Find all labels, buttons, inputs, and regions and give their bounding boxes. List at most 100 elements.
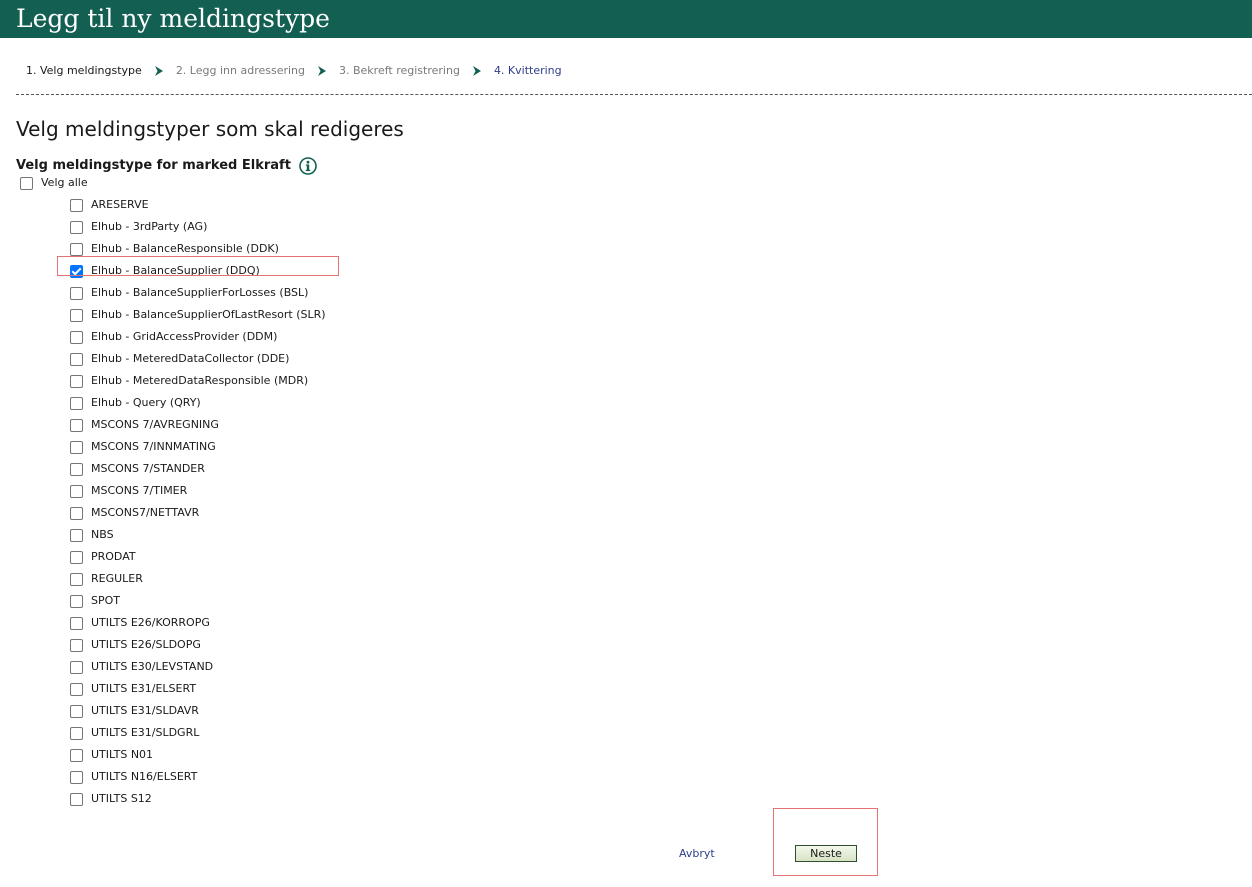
message-type-checkbox[interactable]	[70, 770, 83, 784]
message-type-option[interactable]: MSCONS 7/AVREGNING	[70, 414, 470, 436]
message-type-option[interactable]: UTILTS E26/KORROPG	[70, 612, 470, 634]
message-type-option[interactable]: UTILTS S12	[70, 788, 470, 810]
message-type-option[interactable]: NBS	[70, 524, 470, 546]
message-type-option[interactable]: Elhub - GridAccessProvider (DDM)	[70, 326, 470, 348]
wizard-steps: 1. Velg meldingstype 2. Legg inn adresser…	[26, 63, 562, 79]
message-type-checkbox[interactable]	[70, 264, 83, 278]
message-type-label: Elhub - Query (QRY)	[91, 396, 201, 409]
message-type-option[interactable]: Elhub - MeteredDataResponsible (MDR)	[70, 370, 470, 392]
message-type-checkbox[interactable]	[70, 352, 83, 366]
message-type-checkbox[interactable]	[70, 572, 83, 586]
message-type-checkbox[interactable]	[70, 242, 83, 256]
wizard-step-3: 3. Bekreft registrering	[339, 64, 460, 77]
chevron-right-icon	[472, 65, 482, 77]
message-type-option[interactable]: UTILTS E31/SLDGRL	[70, 722, 470, 744]
dashed-divider	[16, 94, 1252, 95]
message-type-checkbox[interactable]	[70, 638, 83, 652]
message-type-checkbox[interactable]	[70, 220, 83, 234]
app-header: Legg til ny meldingstype	[0, 0, 1252, 38]
message-type-option[interactable]: Elhub - MeteredDataCollector (DDE)	[70, 348, 470, 370]
message-type-label: MSCONS7/NETTAVR	[91, 506, 200, 519]
message-type-option[interactable]: Elhub - BalanceSupplierForLosses (BSL)	[70, 282, 470, 304]
message-type-option[interactable]: MSCONS 7/INNMATING	[70, 436, 470, 458]
message-type-checkbox[interactable]	[70, 330, 83, 344]
message-type-checkbox[interactable]	[70, 528, 83, 542]
wizard-step-2: 2. Legg inn adressering	[175, 64, 305, 77]
message-type-checkbox[interactable]	[70, 616, 83, 630]
message-type-checkbox[interactable]	[70, 506, 83, 520]
header-title: Legg til ny meldingstype	[16, 4, 330, 33]
message-type-label: REGULER	[91, 572, 143, 585]
message-type-label: Elhub - BalanceSupplier (DDQ)	[91, 264, 260, 277]
info-icon[interactable]	[299, 157, 317, 175]
select-all-option[interactable]: Velg alle	[20, 176, 88, 190]
cancel-link[interactable]: Avbryt	[679, 847, 715, 861]
message-type-option[interactable]: UTILTS E31/ELSERT	[70, 678, 470, 700]
wizard-step-4[interactable]: 4. Kvittering	[494, 63, 562, 79]
message-type-checkbox[interactable]	[70, 198, 83, 212]
message-type-option[interactable]: ARESERVE	[70, 194, 470, 216]
message-type-option[interactable]: Elhub - BalanceSupplierOfLastResort (SLR…	[70, 304, 470, 326]
message-type-checkbox[interactable]	[70, 682, 83, 696]
message-type-checkbox[interactable]	[70, 418, 83, 432]
message-type-label: UTILTS E26/KORROPG	[91, 616, 210, 629]
page-title: Velg meldingstyper som skal redigeres	[16, 117, 404, 141]
next-button-highlight	[773, 808, 878, 876]
chevron-right-icon	[317, 65, 327, 77]
message-type-checkbox[interactable]	[70, 374, 83, 388]
message-type-option[interactable]: PRODAT	[70, 546, 470, 568]
message-type-option[interactable]: Elhub - BalanceResponsible (DDK)	[70, 238, 470, 260]
message-type-checkbox[interactable]	[70, 660, 83, 674]
select-all-checkbox[interactable]	[20, 176, 33, 190]
message-type-checkbox[interactable]	[70, 462, 83, 476]
message-type-option[interactable]: Elhub - Query (QRY)	[70, 392, 470, 414]
message-type-label: MSCONS 7/STANDER	[91, 462, 205, 475]
message-type-label: UTILTS S12	[91, 792, 152, 805]
message-type-option[interactable]: UTILTS E30/LEVSTAND	[70, 656, 470, 678]
next-button[interactable]: Neste	[795, 845, 857, 862]
message-type-checkbox[interactable]	[70, 792, 83, 806]
message-type-label: Elhub - GridAccessProvider (DDM)	[91, 330, 278, 343]
message-type-option[interactable]: MSCONS7/NETTAVR	[70, 502, 470, 524]
message-type-checkbox[interactable]	[70, 440, 83, 454]
message-type-label: MSCONS 7/AVREGNING	[91, 418, 219, 431]
message-type-option[interactable]: MSCONS 7/TIMER	[70, 480, 470, 502]
message-type-option[interactable]: UTILTS N16/ELSERT	[70, 766, 470, 788]
message-type-option[interactable]: Elhub - 3rdParty (AG)	[70, 216, 470, 238]
message-type-label: Elhub - MeteredDataResponsible (MDR)	[91, 374, 309, 387]
message-type-checkbox[interactable]	[70, 550, 83, 564]
message-type-label: Elhub - BalanceSupplierOfLastResort (SLR…	[91, 308, 326, 321]
message-type-label: NBS	[91, 528, 114, 541]
select-all-label: Velg alle	[41, 176, 88, 189]
message-type-label: Elhub - BalanceSupplierForLosses (BSL)	[91, 286, 309, 299]
message-type-label: SPOT	[91, 594, 120, 607]
message-type-option[interactable]: REGULER	[70, 568, 470, 590]
message-type-label: UTILTS E31/ELSERT	[91, 682, 197, 695]
message-type-checkbox[interactable]	[70, 594, 83, 608]
message-type-label: ARESERVE	[91, 198, 149, 211]
message-type-label: UTILTS E31/SLDGRL	[91, 726, 200, 739]
message-type-option[interactable]: SPOT	[70, 590, 470, 612]
wizard-step-1: 1. Velg meldingstype	[26, 64, 142, 77]
message-type-checkbox[interactable]	[70, 704, 83, 718]
message-type-option[interactable]: MSCONS 7/STANDER	[70, 458, 470, 480]
message-type-checkbox[interactable]	[70, 484, 83, 498]
section-title: Velg meldingstype for marked Elkraft	[16, 157, 317, 175]
message-type-label: PRODAT	[91, 550, 136, 563]
message-type-option[interactable]: UTILTS N01	[70, 744, 470, 766]
message-type-option[interactable]: Elhub - BalanceSupplier (DDQ)	[70, 260, 470, 282]
message-type-label: Elhub - BalanceResponsible (DDK)	[91, 242, 279, 255]
message-type-checkbox[interactable]	[70, 748, 83, 762]
message-type-label: Elhub - MeteredDataCollector (DDE)	[91, 352, 290, 365]
message-type-option[interactable]: UTILTS E26/SLDOPG	[70, 634, 470, 656]
message-type-label: UTILTS E26/SLDOPG	[91, 638, 201, 651]
message-type-label: UTILTS E30/LEVSTAND	[91, 660, 214, 673]
message-type-checkbox[interactable]	[70, 726, 83, 740]
section-title-text: Velg meldingstype for marked Elkraft	[16, 158, 291, 173]
chevron-right-icon	[154, 65, 164, 77]
message-type-list: ARESERVE Elhub - 3rdParty (AG) Elhub - Bal…	[70, 194, 470, 810]
message-type-option[interactable]: UTILTS E31/SLDAVR	[70, 700, 470, 722]
message-type-checkbox[interactable]	[70, 396, 83, 410]
message-type-checkbox[interactable]	[70, 286, 83, 300]
message-type-checkbox[interactable]	[70, 308, 83, 322]
